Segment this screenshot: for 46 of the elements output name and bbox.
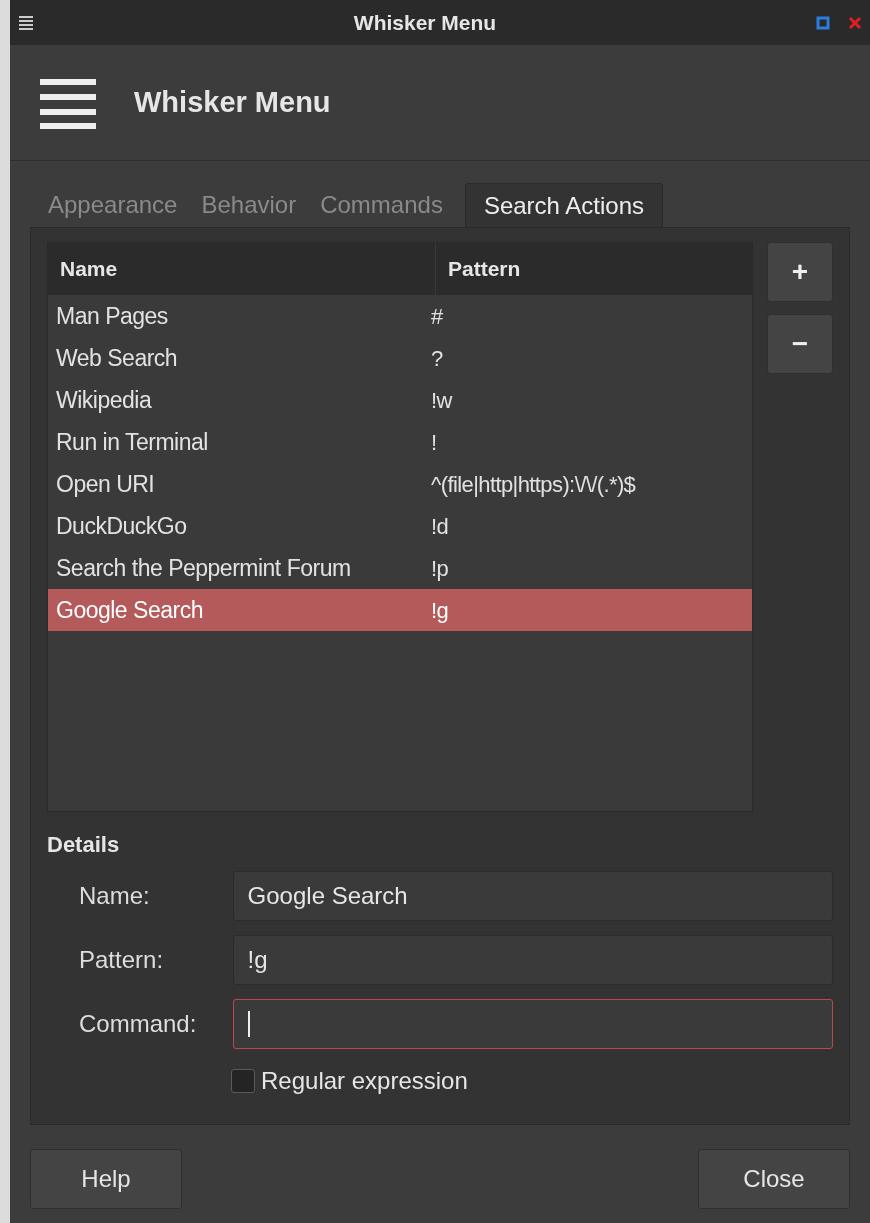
- help-button[interactable]: Help: [30, 1149, 182, 1209]
- table-cell-text: ^(file|http|https):\/\/(.*)$: [430, 470, 636, 499]
- table-cell-text: #: [430, 302, 443, 331]
- input-field[interactable]: [232, 999, 833, 1049]
- table-cell-text: !w: [430, 386, 452, 415]
- field-label: Command:: [79, 1009, 198, 1039]
- table-row[interactable]: Man Pages #: [48, 295, 752, 337]
- checkbox-label: Regular expression: [261, 1066, 468, 1096]
- table-cell-text: !g: [430, 596, 449, 625]
- field-label: Pattern:: [79, 945, 165, 975]
- input-field[interactable]: Google Search: [232, 871, 833, 921]
- close-icon[interactable]: [848, 15, 862, 30]
- table-row[interactable]: Google Search !g: [48, 589, 752, 631]
- input-field[interactable]: !g: [232, 935, 833, 985]
- table-cell-text: !: [430, 428, 437, 457]
- table-cell-text: Man Pages: [55, 301, 169, 331]
- add-button[interactable]: +: [767, 242, 833, 302]
- table-cell-text: Search the Peppermint Forum: [55, 553, 352, 583]
- dialog-title: Whisker Menu: [134, 84, 331, 120]
- table-cell-text: Google Search: [55, 595, 204, 625]
- table-row[interactable]: Search the Peppermint Forum !p: [48, 547, 752, 589]
- checkbox[interactable]: [231, 1069, 255, 1093]
- table-cell-text: DuckDuckGo: [55, 511, 188, 541]
- table-cell-text: Web Search: [55, 343, 179, 373]
- table-cell-text: Wikipedia: [55, 385, 153, 415]
- window-title: Whisker Menu: [352, 9, 498, 36]
- table-cell-text: !d: [430, 512, 449, 541]
- remove-button[interactable]: −: [767, 314, 833, 374]
- section-title: Details: [47, 831, 121, 859]
- maximize-icon[interactable]: [816, 15, 830, 30]
- column-header[interactable]: Pattern: [436, 243, 752, 295]
- table-cell-text: !p: [430, 554, 449, 583]
- field-label: Name:: [79, 881, 151, 911]
- tab[interactable]: Search Actions: [464, 183, 663, 227]
- table-row[interactable]: Wikipedia !w: [48, 379, 752, 421]
- table-row[interactable]: Open URI ^(file|http|https):\/\/(.*)$: [48, 463, 752, 505]
- close-button[interactable]: Close: [698, 1149, 850, 1209]
- table-row[interactable]: Web Search ?: [48, 337, 752, 379]
- menu-icon[interactable]: [18, 14, 34, 31]
- table-cell-text: Run in Terminal: [55, 427, 209, 457]
- menu-icon: [40, 76, 96, 129]
- column-header[interactable]: Name: [48, 243, 436, 295]
- table-row[interactable]: DuckDuckGo !d: [48, 505, 752, 547]
- table-row[interactable]: Run in Terminal !: [48, 421, 752, 463]
- table-cell-text: Open URI: [55, 469, 156, 499]
- table-cell-text: ?: [430, 344, 443, 373]
